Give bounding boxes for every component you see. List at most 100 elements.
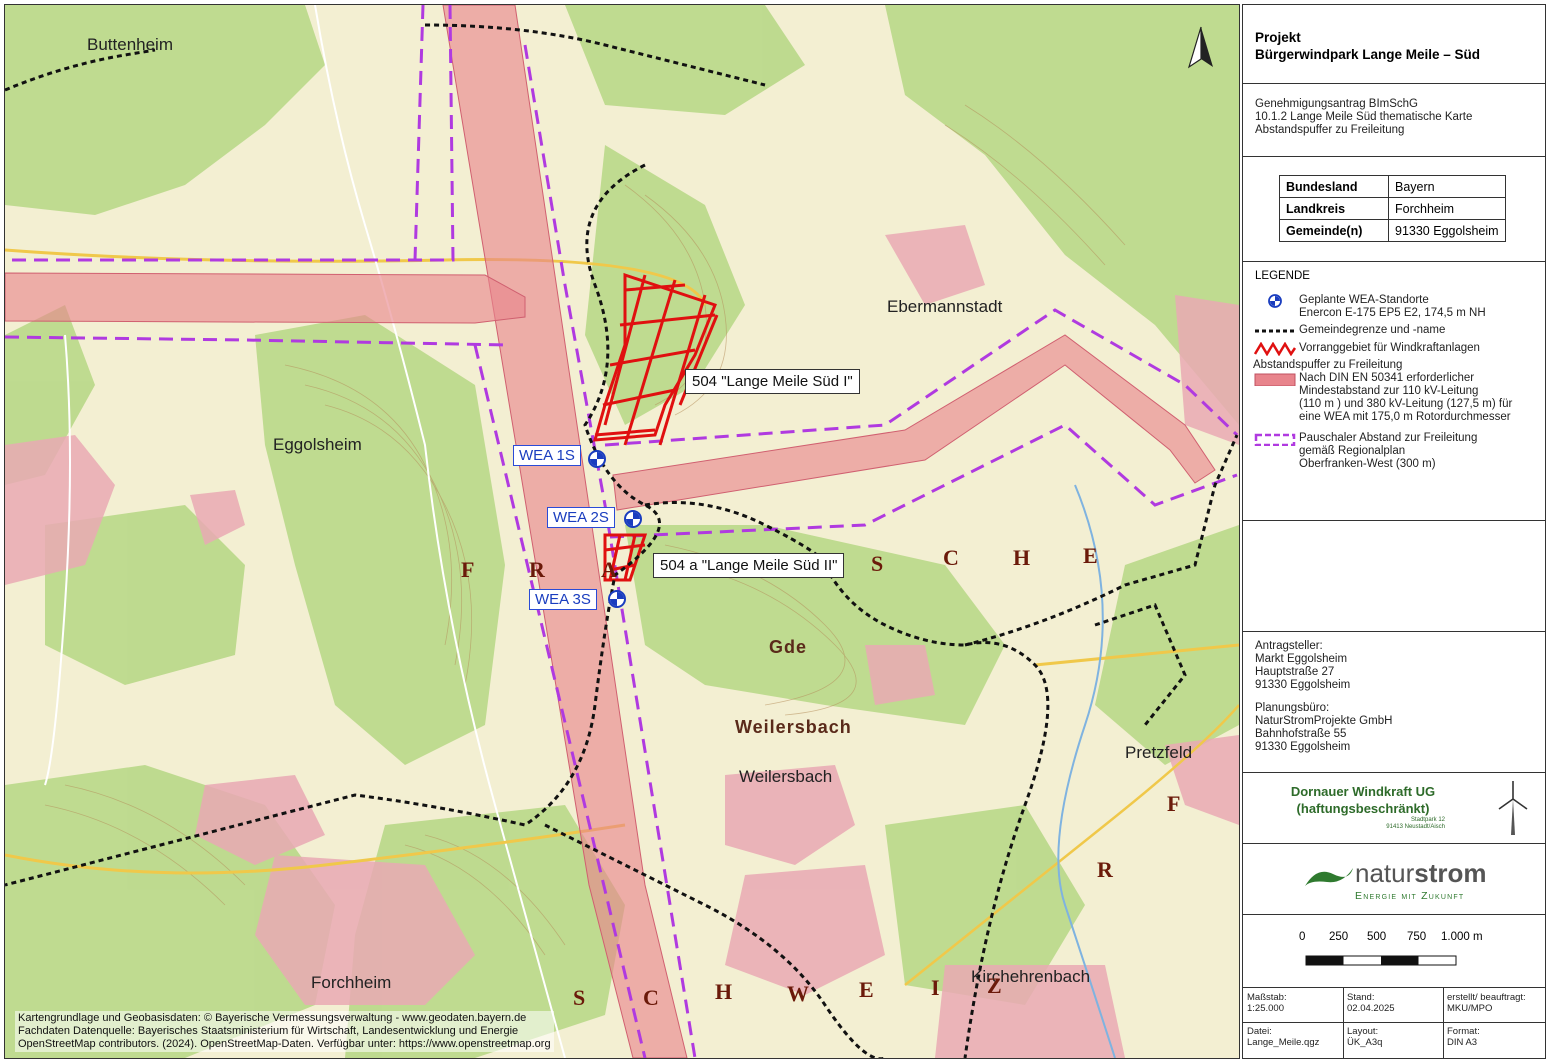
- planner-line: NaturStromProjekte GmbH: [1255, 715, 1393, 727]
- divider: [1343, 988, 1344, 1058]
- wea-2s-label[interactable]: WEA 2S: [547, 507, 615, 528]
- vorrang-hatch-icon: [1253, 342, 1297, 356]
- naturstrom-tagline: Energie mit Zukunft: [1355, 890, 1465, 902]
- gde-weilersbach-label: Weilersbach: [735, 717, 852, 737]
- scale-label: 500: [1367, 931, 1387, 943]
- footer-author: erstellt/ beauftragt: MKU/MPO: [1447, 992, 1526, 1014]
- table-row: Bundesland Bayern: [1279, 175, 1506, 198]
- footer-value: ÜK_A3q: [1347, 1037, 1383, 1048]
- wea-1s-label[interactable]: WEA 1S: [513, 445, 581, 466]
- wea-2s-marker: [624, 510, 642, 528]
- town-eggolsheim: Eggolsheim: [273, 435, 362, 454]
- dornauer-address: Stadtpark 12: [1410, 817, 1445, 823]
- footer-scale: Maßstab: 1:25.000: [1247, 992, 1287, 1014]
- map-credits: Kartengrundlage und Geobasisdaten: © Bay…: [15, 1011, 554, 1052]
- region-letter: F: [461, 557, 475, 582]
- legend-text: Oberfranken-West (300 m): [1299, 458, 1436, 470]
- town-ebermannstadt: Ebermannstadt: [887, 297, 1003, 316]
- footer-key: Stand:: [1347, 992, 1375, 1003]
- footer-layout: Layout: ÜK_A3q: [1347, 1026, 1382, 1048]
- applicant-line: 91330 Eggolsheim: [1255, 679, 1351, 691]
- footer-key: Maßstab:: [1247, 992, 1287, 1003]
- dornauer-name: Dornauer Windkraft UG: [1290, 784, 1436, 799]
- din-buffer-swatch-icon: [1254, 373, 1296, 386]
- admin-key: Landkreis: [1279, 197, 1389, 220]
- gde-label: Gde: [769, 637, 808, 657]
- doc-line: Genehmigungsantrag BImSchG: [1255, 98, 1419, 110]
- legend-text: Mindestabstand zur 110 kV-Leitung: [1299, 385, 1479, 397]
- divider: [1443, 988, 1444, 1058]
- border-line-icon: [1255, 329, 1295, 333]
- region-letter: Z: [987, 973, 1002, 998]
- project-label: Projekt: [1255, 30, 1301, 45]
- naturstrom-wordmark: naturstrom: [1355, 858, 1487, 889]
- naturstrom-wordmark-b: strom: [1414, 858, 1487, 888]
- doc-line: Abstandspuffer zu Freileitung: [1255, 124, 1405, 136]
- admin-value: 91330 Eggolsheim: [1388, 219, 1506, 242]
- footer-key: Datei:: [1247, 1026, 1272, 1037]
- footer-value: Lange_Meile.qgz: [1247, 1037, 1320, 1048]
- admin-value: Forchheim: [1388, 197, 1506, 220]
- region-letter: R: [529, 557, 545, 582]
- scale-label: 0: [1299, 931, 1306, 943]
- town-buttenheim: Buttenheim: [87, 35, 173, 54]
- naturstrom-wordmark-a: natur: [1355, 858, 1415, 888]
- map-area[interactable]: Buttenheim Eggolsheim Ebermannstadt Weil…: [4, 4, 1240, 1059]
- town-weilersbach: Weilersbach: [739, 767, 833, 786]
- region-letter: R: [1097, 857, 1113, 882]
- document-box: Genehmigungsantrag BImSchG 10.1.2 Lange …: [1243, 84, 1545, 157]
- region-letter: F: [1167, 791, 1181, 816]
- dornauer-logo: Dornauer Windkraft UG (haftungsbeschränk…: [1243, 773, 1483, 831]
- doc-line: 10.1.2 Lange Meile Süd thematische Karte: [1255, 111, 1473, 123]
- footer-key: Format:: [1447, 1026, 1480, 1037]
- credit-line: Fachdaten Datenquelle: Bayerisches Staat…: [18, 1025, 519, 1037]
- legend-text: Abstandspuffer zu Freileitung: [1253, 359, 1403, 371]
- naturstrom-swoosh-icon: [1305, 868, 1353, 886]
- town-pretzfeld: Pretzfeld: [1125, 743, 1193, 762]
- legend-box: LEGENDE Geplante WEA-Standorte Enercon E-…: [1243, 262, 1545, 521]
- legend-title: LEGENDE: [1255, 270, 1310, 282]
- vorrang-label-504: 504 "Lange Meile Süd I": [685, 369, 860, 394]
- pausch-buffer-swatch-icon: [1254, 433, 1296, 446]
- footer-value: MKU/MPO: [1447, 1003, 1493, 1014]
- scale-label: 1.000 m: [1441, 931, 1483, 943]
- scale-labels: 0 250 500 750 1.000 m: [1299, 931, 1519, 945]
- dornauer-address: 91413 Neustadt/Aisch: [1386, 824, 1445, 830]
- region-letter: C: [643, 985, 659, 1010]
- legend-text: (110 m ) und 380 kV-Leitung (127,5 m) fü…: [1299, 398, 1513, 410]
- applicant-line: Markt Eggolsheim: [1255, 653, 1348, 665]
- legend-text: Vorranggebiet für Windkraftanlagen: [1299, 342, 1480, 354]
- footer-format: Format: DIN A3: [1447, 1026, 1480, 1048]
- footer-value: 02.04.2025: [1347, 1003, 1395, 1014]
- footer-key: Layout:: [1347, 1026, 1379, 1037]
- divider: [1243, 1022, 1545, 1023]
- admin-key: Gemeinde(n): [1279, 219, 1389, 242]
- naturstrom-logo-box: naturstrom Energie mit Zukunft: [1243, 844, 1545, 915]
- region-letter: A: [601, 557, 617, 582]
- wea-3s-label[interactable]: WEA 3S: [529, 589, 597, 610]
- footer-value: 1:25.000: [1247, 1003, 1284, 1014]
- map-sheet: Buttenheim Eggolsheim Ebermannstadt Weil…: [0, 0, 1548, 1061]
- town-forchheim: Forchheim: [311, 973, 392, 992]
- legend-buffer-heading: Abstandspuffer zu Freileitung: [1253, 359, 1402, 372]
- wea-1s-marker: [588, 450, 606, 468]
- scale-label: 750: [1407, 931, 1427, 943]
- legend-text: Geplante WEA-Standorte: [1299, 294, 1429, 306]
- region-letter: I: [931, 975, 940, 1000]
- scale-label: 250: [1329, 931, 1349, 943]
- legend-text: Nach DIN EN 50341 erforderlicher: [1299, 372, 1475, 384]
- region-letter: H: [715, 979, 733, 1004]
- region-letter: E: [859, 977, 874, 1002]
- project-title: Bürgerwindpark Lange Meile – Süd: [1255, 47, 1481, 62]
- footer-grid: Maßstab: 1:25.000 Stand: 02.04.2025 erstel…: [1243, 988, 1545, 1058]
- region-letter: C: [943, 545, 959, 570]
- region-letter: E: [1083, 543, 1098, 568]
- admin-key: Bundesland: [1279, 175, 1389, 198]
- table-row: Landkreis Forchheim: [1279, 197, 1506, 220]
- dornauer-suffix: (haftungsbeschränkt): [1296, 801, 1430, 816]
- info-panel: Projekt Bürgerwindpark Lange Meile – Süd…: [1242, 4, 1546, 1059]
- planner-line: Bahnhofstraße 55: [1255, 728, 1347, 740]
- scale-bar: [1305, 955, 1457, 966]
- legend-text: Gemeindegrenze und -name: [1299, 324, 1446, 336]
- region-letter: S: [871, 551, 884, 576]
